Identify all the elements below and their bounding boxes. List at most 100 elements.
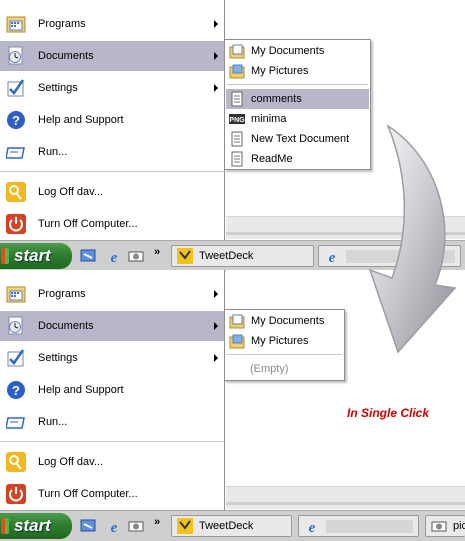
taskbar-button-label: pic <box>453 520 465 532</box>
submenu-item-label: My Documents <box>251 45 325 57</box>
taskbar-button-title-bar <box>326 519 413 533</box>
windows-logo-icon <box>1 248 9 264</box>
logoff-icon <box>5 181 27 203</box>
menu-item-label: Settings <box>38 352 78 364</box>
submenu-arrow-icon <box>214 20 218 28</box>
taskbar-button-tweetdeck[interactable]: TweetDeck <box>171 515 292 537</box>
menu-item-settings[interactable]: Settings <box>0 343 224 373</box>
submenu-item-comments[interactable]: comments <box>226 89 369 109</box>
menu-separator <box>0 171 224 172</box>
menu-item-label: Programs <box>38 288 86 300</box>
tweetdeck-icon <box>177 248 193 264</box>
curved-arrow-icon <box>368 124 457 354</box>
menu-item-run[interactable]: Run... <box>0 407 224 437</box>
submenu-arrow-icon <box>214 322 218 330</box>
menu-item-turn-off[interactable]: Turn Off Computer... <box>0 209 224 239</box>
ie-icon[interactable]: e <box>106 518 122 534</box>
menu-item-programs[interactable]: Programs <box>0 279 224 309</box>
submenu-item-my-pictures[interactable]: My Pictures <box>226 331 343 351</box>
folder-icon <box>229 313 245 329</box>
submenu-item-label: My Pictures <box>251 335 309 347</box>
help-icon: ? <box>5 109 27 131</box>
desktop-icon[interactable] <box>80 248 96 264</box>
menu-item-logoff[interactable]: Log Off dav... <box>0 447 224 477</box>
taskbar-button-ie[interactable]: e <box>298 515 419 537</box>
menu-item-help[interactable]: ? Help and Support <box>0 105 224 135</box>
submenu-arrow-icon <box>214 290 218 298</box>
taskbar-button-label: TweetDeck <box>199 520 254 532</box>
ie-icon[interactable]: e <box>106 248 122 264</box>
start-menu: Programs Documents Settings ? Help and S… <box>0 270 225 510</box>
windows-logo-icon <box>1 518 9 534</box>
menu-item-label: Help and Support <box>38 114 124 126</box>
menu-item-label: Help and Support <box>38 384 124 396</box>
run-icon <box>5 411 27 433</box>
text-file-icon <box>229 151 245 167</box>
tweetdeck-icon <box>177 518 193 534</box>
submenu-separator <box>227 84 368 85</box>
menu-item-turn-off[interactable]: Turn Off Computer... <box>0 479 224 509</box>
menu-item-label: Turn Off Computer... <box>38 218 138 230</box>
svg-text:PNG: PNG <box>229 117 245 124</box>
taskbar-button-label: TweetDeck <box>199 250 254 262</box>
submenu-item-my-documents[interactable]: My Documents <box>226 311 343 331</box>
settings-icon <box>5 77 27 99</box>
start-button[interactable]: start <box>0 243 72 269</box>
svg-text:?: ? <box>12 113 20 128</box>
menu-item-settings[interactable]: Settings <box>0 73 224 103</box>
menu-item-programs[interactable]: Programs <box>0 9 224 39</box>
taskbar-button-partial[interactable]: pic <box>425 515 465 537</box>
chevron-icon[interactable]: » <box>154 246 160 258</box>
submenu-empty-label: (Empty) <box>250 363 289 375</box>
menu-item-help[interactable]: ? Help and Support <box>0 375 224 405</box>
submenu-item-my-pictures[interactable]: My Pictures <box>226 61 369 81</box>
menu-item-label: Programs <box>38 18 86 30</box>
settings-icon <box>5 347 27 369</box>
camera-icon <box>431 518 447 534</box>
desktop-icon[interactable] <box>80 518 96 534</box>
menu-item-label: Run... <box>38 416 68 428</box>
background-window-statusbar <box>226 486 465 509</box>
help-icon: ? <box>5 379 27 401</box>
menu-item-label: Settings <box>38 82 78 94</box>
submenu-item-label: minima <box>251 113 287 125</box>
menu-item-label: Turn Off Computer... <box>38 488 138 500</box>
start-menu: Programs Documents Settings ? Help and S… <box>0 0 225 240</box>
svg-text:e: e <box>111 250 118 264</box>
power-icon <box>5 483 27 505</box>
chevron-icon[interactable]: » <box>154 516 160 528</box>
taskbar-button-tweetdeck[interactable]: TweetDeck <box>171 245 314 267</box>
svg-text:e: e <box>309 520 316 534</box>
menu-item-label: Log Off dav... <box>38 456 104 468</box>
documents-icon <box>5 315 27 337</box>
folder-icon <box>229 333 245 349</box>
documents-submenu: My Documents My Pictures (Empty) <box>224 309 345 381</box>
power-icon <box>5 213 27 235</box>
menu-item-label: Run... <box>38 146 68 158</box>
submenu-item-label: ReadMe <box>251 153 293 165</box>
menu-item-documents[interactable]: Documents <box>0 41 224 71</box>
svg-text:e: e <box>111 520 118 534</box>
submenu-item-label: My Pictures <box>251 65 309 77</box>
start-label: start <box>14 516 51 535</box>
submenu-separator <box>227 354 342 355</box>
text-file-icon <box>229 91 245 107</box>
camera-icon[interactable] <box>128 248 144 264</box>
programs-icon <box>5 13 27 35</box>
png-file-icon: PNG <box>229 111 245 127</box>
caption-text: In Single Click <box>347 406 430 420</box>
menu-item-run[interactable]: Run... <box>0 137 224 167</box>
run-icon <box>5 141 27 163</box>
logoff-icon <box>5 451 27 473</box>
submenu-arrow-icon <box>214 84 218 92</box>
menu-item-label: Documents <box>38 50 94 62</box>
background-window-edge <box>226 502 465 505</box>
documents-icon <box>5 45 27 67</box>
submenu-item-label: comments <box>251 93 302 105</box>
camera-icon[interactable] <box>128 518 144 534</box>
submenu-arrow-icon <box>214 52 218 60</box>
menu-item-documents[interactable]: Documents <box>0 311 224 341</box>
submenu-item-my-documents[interactable]: My Documents <box>226 41 369 61</box>
start-button[interactable]: start <box>0 513 72 539</box>
menu-item-logoff[interactable]: Log Off dav... <box>0 177 224 207</box>
